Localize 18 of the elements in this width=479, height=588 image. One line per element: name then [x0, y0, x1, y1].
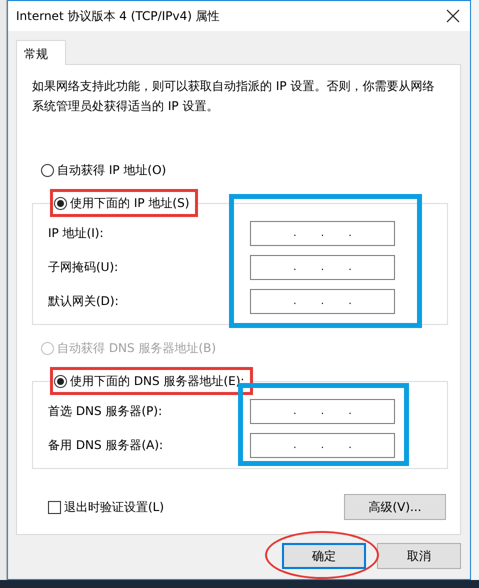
field-label: 首选 DNS 服务器(P):: [48, 403, 162, 420]
field-label: 备用 DNS 服务器(A):: [48, 437, 164, 454]
dialog-button[interactable]: 取消: [377, 543, 461, 569]
window-title: Internet 协议版本 4 (TCP/IPv4) 属性: [16, 8, 220, 24]
advanced-button[interactable]: 高级(V)...: [344, 494, 446, 520]
description-text: 如果网络支持此功能，则可以获取自动指派的 IP 设置。否则，你需要从网络系统管理员处获得适当的 IP 设置。: [31, 78, 436, 115]
dialog-button[interactable]: 确定: [282, 543, 366, 569]
field-label: 子网掩码(U):: [48, 259, 118, 276]
ip-address-field[interactable]: . . .: [250, 221, 395, 246]
checkbox[interactable]: 退出时验证设置(L): [48, 498, 164, 516]
field-label: IP 地址(I):: [48, 225, 104, 242]
tab[interactable]: 常规: [16, 40, 66, 65]
ip-address-field[interactable]: . . .: [250, 289, 395, 314]
field-label: 默认网关(D):: [48, 293, 119, 310]
ip-address-field[interactable]: . . .: [250, 433, 395, 458]
ip-address-field[interactable]: . . .: [250, 255, 395, 280]
ip-address-field[interactable]: . . .: [250, 399, 395, 424]
close-icon[interactable]: [446, 9, 460, 23]
